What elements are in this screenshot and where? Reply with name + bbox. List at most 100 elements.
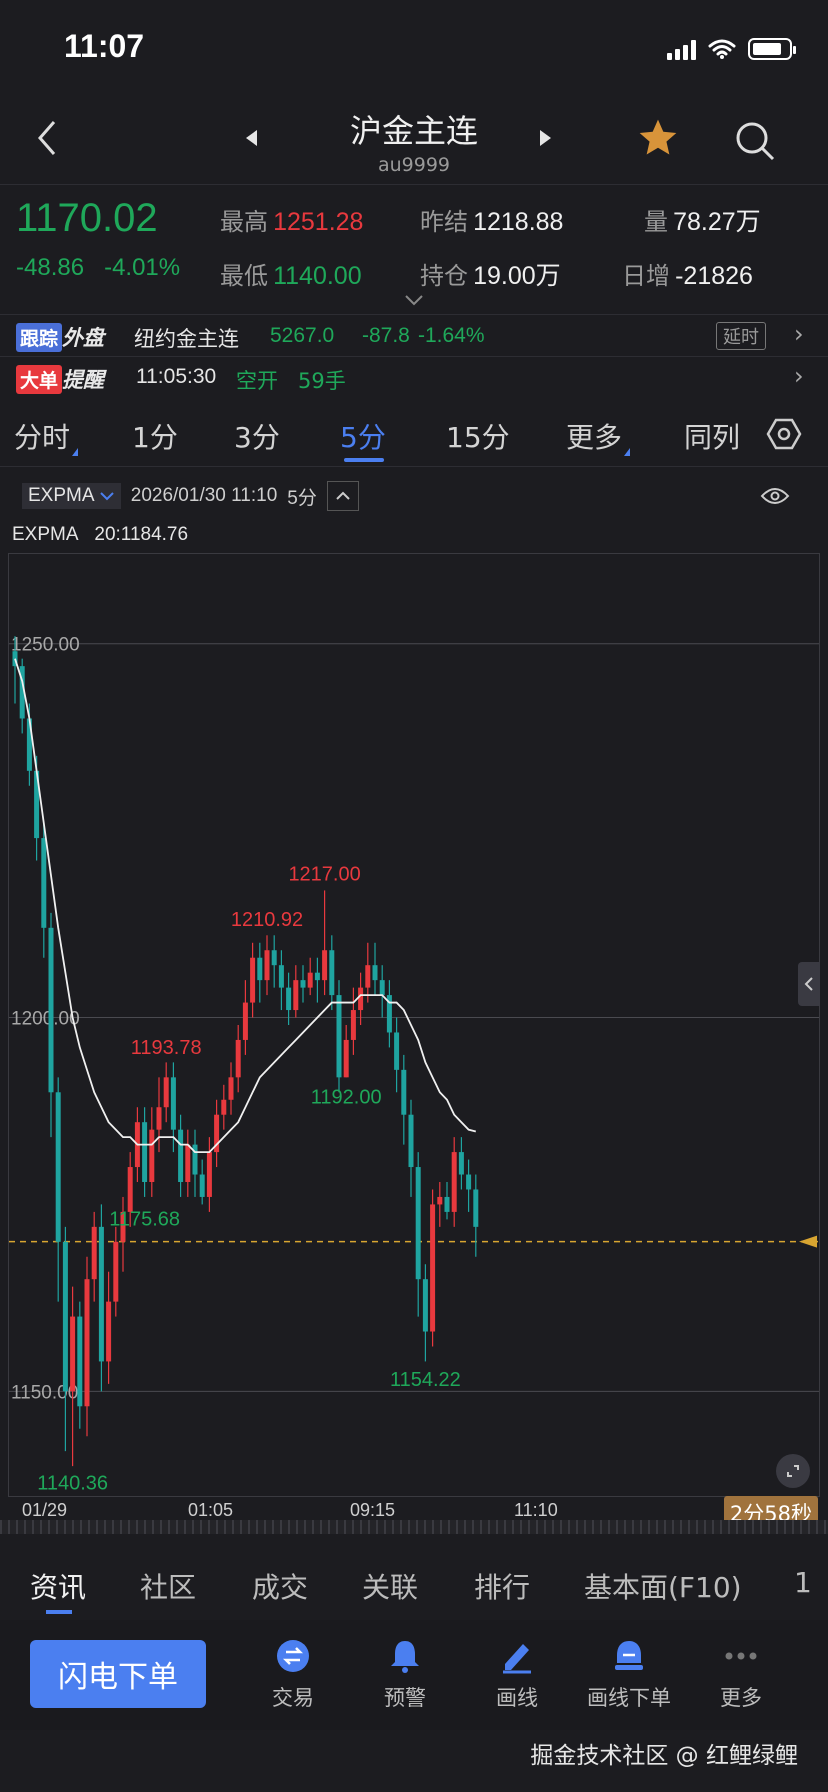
contract-code: au9999	[377, 154, 451, 176]
candle-body	[307, 972, 313, 988]
extreme-price-label: 1175.68	[109, 1208, 180, 1230]
kline-chart[interactable]: 1250.00 1200.00 1150.00 1217.00 1210.92 1193.…	[8, 553, 820, 1497]
candle-body	[365, 965, 371, 988]
candle-body	[91, 1226, 97, 1280]
divider	[0, 314, 828, 315]
candle-body	[178, 1129, 184, 1182]
candle-body	[358, 987, 364, 1011]
extreme-price-label: 1210.92	[231, 909, 303, 931]
expand-stats-button[interactable]	[404, 290, 424, 311]
tab-community[interactable]: 社区	[140, 1566, 196, 1606]
draw-line-action[interactable]: 画线	[472, 1636, 562, 1712]
candle-body	[199, 1174, 205, 1197]
dropdown-icon	[624, 448, 631, 456]
expma-legend: EXPMA 20:1184.76	[12, 524, 188, 546]
open-interest-stat: 持仓 19.00万	[420, 256, 561, 292]
page-title: 沪金主连	[349, 112, 478, 150]
kline-chart-svg[interactable]: 1250.00 1200.00 1150.00 1217.00 1210.92 1193.…	[9, 554, 819, 1496]
bell-icon	[391, 1641, 419, 1673]
action-label: 画线	[496, 1686, 538, 1710]
change-percent: -4.01%	[104, 254, 181, 281]
active-tab-underline	[46, 1610, 72, 1614]
candle-body	[415, 1167, 421, 1280]
time-tick: 11:10	[514, 1500, 558, 1520]
indicator-datetime: 2026/01/30 11:10	[130, 485, 278, 506]
info-tabs: 资讯 社区 成交 关联 排行 基本面(F10) 1	[0, 1552, 828, 1618]
tracking-tag-b: 外盘	[62, 326, 105, 350]
tab-5min[interactable]: 5分	[340, 416, 386, 456]
candle-body	[430, 1204, 436, 1332]
tab-same-list[interactable]: 同列	[684, 416, 740, 456]
candle-body	[451, 1152, 457, 1212]
candle-body	[271, 950, 277, 966]
daily-inc-value: -21826	[675, 262, 753, 290]
dropdown-icon	[72, 448, 79, 456]
candle-body	[322, 950, 328, 981]
nav-bar: 沪金主连 au9999	[0, 96, 828, 186]
tab-overflow[interactable]: 1	[794, 1566, 812, 1599]
trade-action[interactable]: 交易	[248, 1636, 338, 1712]
candle-body	[206, 1152, 212, 1197]
tab-trades[interactable]: 成交	[252, 1566, 308, 1606]
high-label: 最高	[220, 208, 268, 236]
period-tabs: 分时 1分 3分 5分 15分 更多 同列	[0, 402, 828, 466]
candle-body	[343, 1039, 349, 1078]
candle-body	[466, 1174, 472, 1190]
candle-body	[372, 965, 378, 981]
alert-action[interactable]: 预警	[360, 1636, 450, 1712]
candle-body	[293, 980, 299, 1011]
tab-1min[interactable]: 1分	[132, 416, 178, 456]
big-order-action: 空开	[236, 369, 278, 393]
side-panel-handle[interactable]	[798, 962, 820, 1006]
volume-label: 量	[644, 208, 668, 236]
visibility-toggle[interactable]	[760, 486, 790, 510]
tab-timeshare[interactable]: 分时	[14, 416, 79, 456]
candle-body	[458, 1152, 464, 1175]
big-order-tag-b: 提醒	[62, 368, 105, 392]
chevron-down-icon	[100, 492, 114, 501]
chevron-right-icon: ›	[794, 320, 804, 348]
candle-body	[394, 1032, 400, 1070]
candle-body	[401, 1069, 407, 1115]
candle-body	[221, 1099, 227, 1115]
last-price: 1170.02	[16, 196, 158, 240]
tracking-row[interactable]: 跟踪 外盘 纽约金主连 5267.0 -87.8 -1.64% 延时 ›	[0, 318, 828, 358]
active-tab-underline	[344, 458, 384, 462]
draw-line-icon	[503, 1644, 531, 1674]
y-tick-label: 1250.00	[11, 635, 80, 656]
search-button[interactable]	[734, 120, 776, 166]
tab-more[interactable]: 更多	[566, 416, 631, 456]
tracking-tag: 跟踪 外盘	[16, 322, 104, 352]
candle-body	[228, 1077, 234, 1100]
tab-news[interactable]: 资讯	[30, 1566, 86, 1606]
volume-value: 78.27万	[673, 208, 761, 236]
draw-order-action[interactable]: 画线下单	[584, 1636, 674, 1712]
fullscreen-button[interactable]	[776, 1454, 810, 1488]
tab-fundamentals[interactable]: 基本面(F10)	[584, 1566, 742, 1606]
candle-body	[379, 980, 385, 996]
expma-line	[14, 658, 477, 1153]
tab-15min[interactable]: 15分	[446, 416, 510, 456]
price-change: -48.86 -4.01%	[16, 254, 180, 282]
chart-settings-button[interactable]	[766, 418, 802, 457]
flash-order-button[interactable]: 闪电下单	[30, 1640, 206, 1708]
tab-3min[interactable]: 3分	[234, 416, 280, 456]
open-interest-value: 19.00万	[473, 262, 561, 290]
action-label: 画线下单	[587, 1686, 671, 1710]
indicator-select[interactable]: EXPMA	[22, 483, 121, 509]
more-action[interactable]: 更多	[696, 1636, 786, 1712]
favorite-button[interactable]	[636, 116, 680, 167]
extreme-price-label: 1192.00	[311, 1086, 382, 1108]
high-stat: 最高 1251.28	[220, 202, 363, 237]
indicator-row: EXPMA 2026/01/30 11:10 5分	[22, 480, 359, 512]
watermark: 掘金技术社区 @ 红鲤绿鲤	[530, 1743, 798, 1769]
next-contract-button[interactable]	[540, 130, 551, 146]
candle-body	[55, 1092, 61, 1242]
big-order-row[interactable]: 大单 提醒 11:05:30 空开 59手 ›	[0, 360, 828, 400]
tab-label: 分时	[14, 421, 71, 454]
tab-related[interactable]: 关联	[362, 1566, 418, 1606]
time-scrubber[interactable]	[0, 1520, 828, 1534]
current-price-marker	[799, 1235, 817, 1248]
tab-ranking[interactable]: 排行	[474, 1566, 530, 1606]
collapse-button[interactable]	[326, 481, 359, 511]
